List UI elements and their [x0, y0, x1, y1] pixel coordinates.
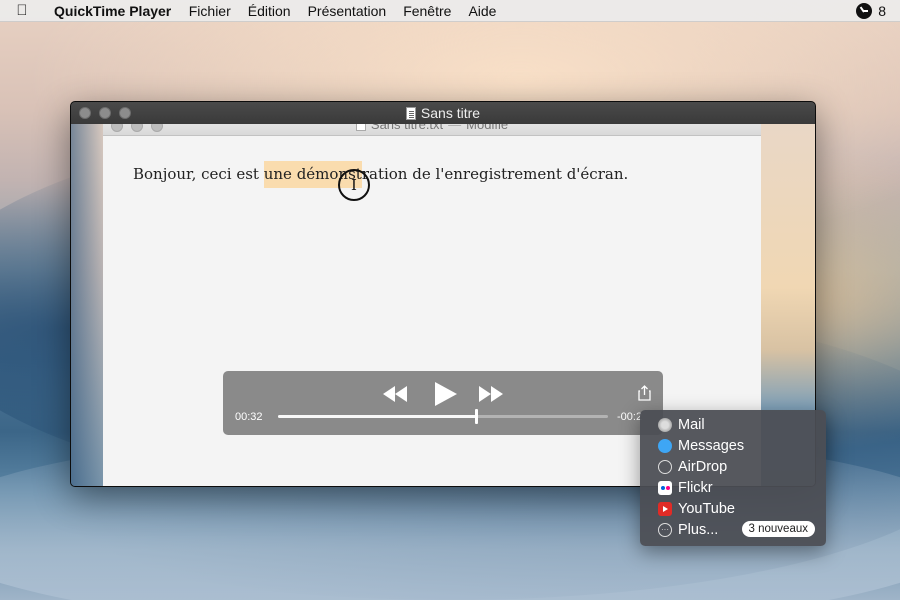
player-window-title: Sans titre — [420, 105, 481, 121]
youtube-icon — [658, 501, 672, 516]
player-titlebar[interactable]: Sans titre — [71, 102, 815, 124]
more-icon: ··· — [658, 522, 672, 537]
elapsed-time: 00:32 — [235, 411, 263, 423]
share-item-label: Mail — [678, 416, 705, 433]
remaining-time: -00:2 — [617, 411, 643, 423]
share-menu: Mail Messages AirDrop Flickr YouTube ···… — [640, 410, 826, 546]
recorded-window-title: Sans titre.txt — [370, 124, 444, 132]
click-indicator-icon: I — [338, 169, 370, 201]
share-item-airdrop[interactable]: AirDrop — [640, 456, 826, 477]
recorded-close-icon — [111, 124, 123, 132]
timeline-scrubber[interactable] — [278, 409, 608, 424]
text-before: Bonjour, ceci est — [133, 165, 264, 183]
menu-app-name[interactable]: QuickTime Player — [44, 3, 180, 19]
share-item-mail[interactable]: Mail — [640, 414, 826, 435]
share-item-label: Messages — [678, 437, 745, 454]
menu-bar:  QuickTime Player Fichier Édition Prése… — [0, 0, 900, 22]
timeline-progress — [278, 415, 476, 418]
playhead-handle[interactable] — [475, 409, 478, 424]
clock-icon[interactable] — [856, 3, 873, 19]
flickr-icon — [658, 480, 672, 495]
zoom-button[interactable] — [119, 107, 131, 119]
document-icon — [405, 106, 416, 120]
share-item-label: AirDrop — [678, 458, 728, 475]
recorded-minimize-icon — [131, 124, 143, 132]
menu-presentation[interactable]: Présentation — [299, 3, 395, 19]
share-item-label: YouTube — [678, 500, 735, 517]
menu-fichier[interactable]: Fichier — [180, 3, 239, 19]
text-document-icon — [355, 124, 366, 131]
menu-aide[interactable]: Aide — [460, 3, 505, 19]
minimize-button[interactable] — [99, 107, 111, 119]
recorded-document-text: Bonjour, ceci est une démonstration de l… — [133, 161, 629, 188]
menu-edition[interactable]: Édition — [239, 3, 299, 19]
share-item-label: Plus... — [678, 521, 719, 538]
airdrop-icon — [658, 459, 672, 474]
text-after: ration de l'enregistrement d'écran. — [361, 165, 629, 183]
mail-icon — [658, 417, 672, 432]
apple-menu-icon[interactable]:  — [0, 2, 44, 19]
play-button[interactable] — [435, 382, 457, 406]
share-item-messages[interactable]: Messages — [640, 435, 826, 456]
recorded-window-status: Modifié — [466, 124, 509, 132]
share-item-label: Flickr — [678, 479, 713, 496]
recorded-zoom-icon — [151, 124, 163, 132]
recorded-titlebar: Sans titre.txt — Modifié — [103, 124, 761, 136]
share-button[interactable] — [638, 385, 651, 401]
messages-icon — [658, 438, 672, 453]
share-item-more[interactable]: ··· Plus... 3 nouveaux — [640, 519, 826, 540]
close-button[interactable] — [79, 107, 91, 119]
menu-fenetre[interactable]: Fenêtre — [395, 3, 460, 19]
status-count: 8 — [878, 3, 886, 19]
fast-forward-button[interactable] — [479, 386, 503, 402]
share-item-flickr[interactable]: Flickr — [640, 477, 826, 498]
rewind-button[interactable] — [383, 386, 407, 402]
new-count-badge: 3 nouveaux — [741, 521, 815, 537]
share-item-youtube[interactable]: YouTube — [640, 498, 826, 519]
playback-controls: 00:32 -00:2 — [223, 371, 663, 435]
ibeam-cursor-icon: I — [351, 175, 357, 194]
status-area: 8 — [856, 0, 900, 22]
